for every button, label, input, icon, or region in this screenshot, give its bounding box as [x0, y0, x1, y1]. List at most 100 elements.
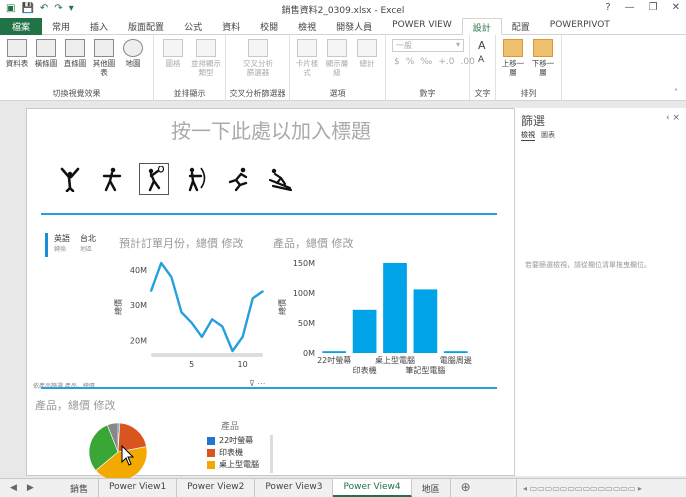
tab-developer[interactable]: 開發人員	[326, 18, 382, 35]
tab-filter-view[interactable]: 檢視	[521, 130, 535, 141]
legend-item[interactable]: 桌上型電腦	[207, 459, 259, 470]
tile-icons	[55, 163, 295, 195]
increase-font-button[interactable]: A	[478, 39, 486, 52]
send-backward-button[interactable]: 下移一層	[530, 39, 556, 77]
collapse-ribbon-icon[interactable]: ˄	[674, 88, 678, 97]
tile-tennis-icon[interactable]	[139, 163, 169, 195]
number-format-dropdown[interactable]: 一般 ▾	[392, 39, 464, 52]
data-point	[262, 290, 264, 292]
tab-design[interactable]: 設計	[461, 18, 502, 35]
bring-forward-button[interactable]: 上移一層	[500, 39, 526, 77]
other-chart-button[interactable]: 其他圖表	[91, 39, 117, 77]
group-label: 文字	[474, 89, 491, 98]
bar-chart[interactable]: 總價 0M 50M 100M 150M 22吋螢幕印表機桌上型電腦筆記型電腦電腦周邊	[275, 255, 475, 383]
next-sheet-icon[interactable]: ▶	[27, 483, 34, 493]
add-sheet-button[interactable]: ⊕	[451, 479, 481, 497]
tab-powerpivot[interactable]: POWERPIVOT	[540, 18, 620, 35]
bar-chart-title: 產品，總價 修改	[273, 237, 354, 250]
sheet-tab-power-view3[interactable]: Power View3	[255, 479, 334, 497]
legend-label: 桌上型電腦	[219, 460, 259, 469]
tile-running-icon[interactable]	[223, 163, 253, 195]
tile-archery-icon[interactable]	[97, 163, 127, 195]
tab-insert[interactable]: 插入	[80, 18, 118, 35]
currency-button[interactable]: $	[394, 57, 400, 67]
filter-pane-controls[interactable]: ‹ ×	[666, 113, 680, 123]
sheet-tab-power-view4[interactable]: Power View4	[333, 479, 412, 497]
tab-formulas[interactable]: 公式	[174, 18, 212, 35]
sheet-tab-region[interactable]: 地區	[412, 479, 451, 497]
legend-swatch	[207, 448, 215, 457]
tile-tab-english[interactable]: 英語 轉換	[54, 233, 70, 253]
report-title[interactable]: 按一下此處以加入標題	[27, 115, 515, 144]
decrease-font-button[interactable]: A	[478, 55, 484, 65]
totals-button[interactable]: 總計	[354, 39, 380, 68]
pie-chart-title: 產品，總價 修改	[35, 399, 116, 412]
show-levels-button[interactable]: 顯示層級	[324, 39, 350, 77]
bar-chart-button[interactable]: 橫條圖	[33, 39, 59, 68]
percent-button[interactable]: %	[406, 57, 415, 67]
line-chart[interactable]: 總價 20M 30M 40M 5 10	[113, 255, 273, 375]
help-button[interactable]: ?	[605, 2, 610, 13]
tile-tab-taipei[interactable]: 台北 地區	[80, 233, 96, 253]
tiles-separator	[41, 213, 497, 215]
horizontal-scrollbar[interactable]: ◂ ▭▭▭▭▭▭▭▭▭▭▭▭▭▭ ▸	[516, 479, 686, 497]
data-point	[201, 336, 203, 338]
pie-chart[interactable]	[83, 417, 153, 487]
bar	[413, 289, 438, 353]
sheet-tab-power-view2[interactable]: Power View2	[177, 479, 256, 497]
x-tick-label: 5	[189, 360, 194, 369]
tab-view[interactable]: 檢視	[288, 18, 326, 35]
column-chart-button[interactable]: 直條圖	[62, 39, 88, 68]
tab-review[interactable]: 校閱	[250, 18, 288, 35]
group-label: 切換視覺效果	[52, 89, 101, 98]
tile-skiing-icon[interactable]	[265, 163, 295, 195]
tab-data[interactable]: 資料	[212, 18, 250, 35]
tab-filter-chart[interactable]: 圖表	[541, 130, 555, 141]
y-tick-label: 100M	[293, 289, 315, 298]
close-button[interactable]: ✕	[672, 2, 680, 13]
maximize-button[interactable]: ❐	[649, 2, 658, 13]
legend-swatch	[207, 436, 215, 445]
data-point	[180, 311, 183, 314]
column-chart-icon	[65, 39, 85, 57]
sheet-tab-power-view1[interactable]: Power View1	[99, 479, 178, 497]
charts-separator	[41, 387, 497, 389]
legend-label: 22吋螢幕	[219, 436, 254, 445]
sheet-navigation: ◀ ▶	[0, 479, 60, 497]
group-number: 一般 ▾ $ % ‰ +.0 .00 數字	[386, 35, 475, 101]
ribbon: 資料表 橫條圖 直條圖 其他圖表 地圖 切換視覺效果 圖格 並排顯示類型 並排顯…	[0, 35, 686, 101]
legend-item[interactable]: 22吋螢幕	[207, 435, 253, 446]
tiles-button[interactable]: 圖格	[160, 39, 186, 68]
thousands-button[interactable]: ‰	[420, 57, 432, 67]
x-tick-label: 22吋螢幕	[317, 355, 351, 365]
slicer-button[interactable]: 交叉分析篩選器	[240, 39, 276, 77]
group-slicer: 交叉分析篩選器 交叉分析篩選器	[226, 35, 290, 101]
table-icon	[7, 39, 27, 57]
group-tiles: 圖格 並排顯示類型 並排顯示	[154, 35, 226, 101]
ribbon-tabs: 檔案 常用 插入 版面配置 公式 資料 校閱 檢視 開發人員 POWER VIE…	[0, 18, 686, 35]
data-point	[170, 276, 173, 278]
tab-layout[interactable]: 配置	[502, 18, 540, 35]
tile-gymnastics-icon[interactable]	[55, 163, 85, 195]
y-tick-label: 40M	[130, 266, 147, 275]
x-tick-label: 電腦周邊	[440, 355, 472, 365]
group-switch-visualization: 資料表 橫條圖 直條圖 其他圖表 地圖 切換視覺效果	[0, 35, 154, 101]
card-style-button[interactable]: 卡片樣式	[294, 39, 320, 77]
chevron-down-icon: ▾	[455, 40, 460, 49]
tile-type-button[interactable]: 並排顯示類型	[190, 39, 222, 77]
table-button[interactable]: 資料表	[4, 39, 30, 68]
tab-page-layout[interactable]: 版面配置	[118, 18, 174, 35]
prev-sheet-icon[interactable]: ◀	[10, 483, 17, 493]
tiles-icon	[163, 39, 183, 57]
sheet-tab-sales[interactable]: 銷售	[60, 479, 100, 497]
legend-item[interactable]: 印表機	[207, 447, 243, 458]
tab-power-view[interactable]: POWER VIEW	[382, 18, 462, 35]
group-arrange: 上移一層 下移一層 排列	[496, 35, 562, 101]
map-button[interactable]: 地圖	[120, 39, 146, 68]
data-point	[252, 297, 254, 299]
tab-file[interactable]: 檔案	[0, 18, 43, 35]
tab-home[interactable]: 常用	[42, 18, 80, 35]
tile-bow-icon[interactable]	[181, 163, 211, 195]
minimize-button[interactable]: —	[625, 2, 635, 13]
increase-decimal-button[interactable]: +.0	[438, 57, 454, 67]
